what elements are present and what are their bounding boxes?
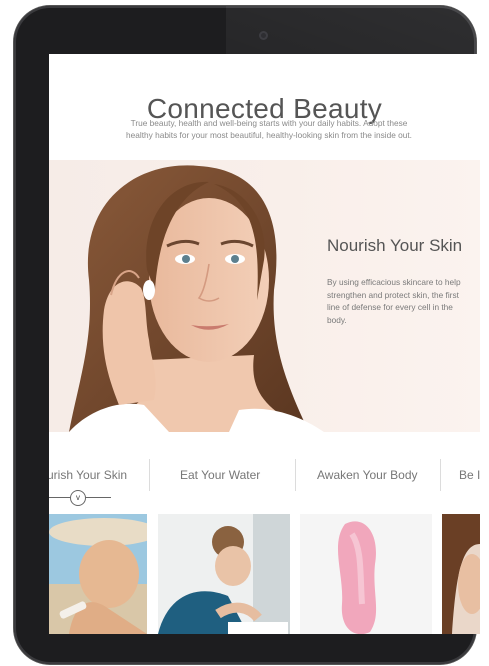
intro-line-1: True beauty, health and well-being start… — [130, 118, 408, 128]
front-camera — [259, 31, 268, 40]
intro-text: True beauty, health and well-being start… — [119, 117, 419, 141]
carousel-progress-knob[interactable]: v — [70, 490, 86, 506]
hero-woman-applying-cream-photo — [69, 165, 324, 432]
thumbnail-washing-face[interactable] — [158, 514, 290, 634]
intro-line-2: healthy habits for your most beautiful, … — [126, 130, 412, 140]
thumbnail-woman-partial[interactable] — [442, 514, 480, 634]
tab-be-partial[interactable]: Be I — [459, 465, 480, 485]
tablet-frame: Connected Beauty True beauty, health and… — [14, 6, 480, 666]
thumbnail-pink-cream[interactable] — [300, 514, 432, 634]
tab-awaken-your-body[interactable]: Awaken Your Body — [317, 465, 418, 485]
hero-banner: Nourish Your Skin By using efficacious s… — [49, 160, 480, 432]
tab-divider — [440, 459, 441, 491]
hero-description: By using efficacious skincare to help st… — [327, 277, 461, 325]
hero-title: Nourish Your Skin — [327, 236, 463, 255]
tab-divider — [295, 459, 296, 491]
habit-tabs: urish Your Skin Eat Your Water Awaken Yo… — [49, 455, 480, 495]
tab-nourish-your-skin[interactable]: urish Your Skin — [49, 465, 127, 485]
tab-divider — [149, 459, 150, 491]
tab-eat-your-water[interactable]: Eat Your Water — [180, 465, 260, 485]
thumbnail-beach-woman[interactable] — [49, 514, 147, 634]
tablet-screen: Connected Beauty True beauty, health and… — [49, 54, 480, 634]
